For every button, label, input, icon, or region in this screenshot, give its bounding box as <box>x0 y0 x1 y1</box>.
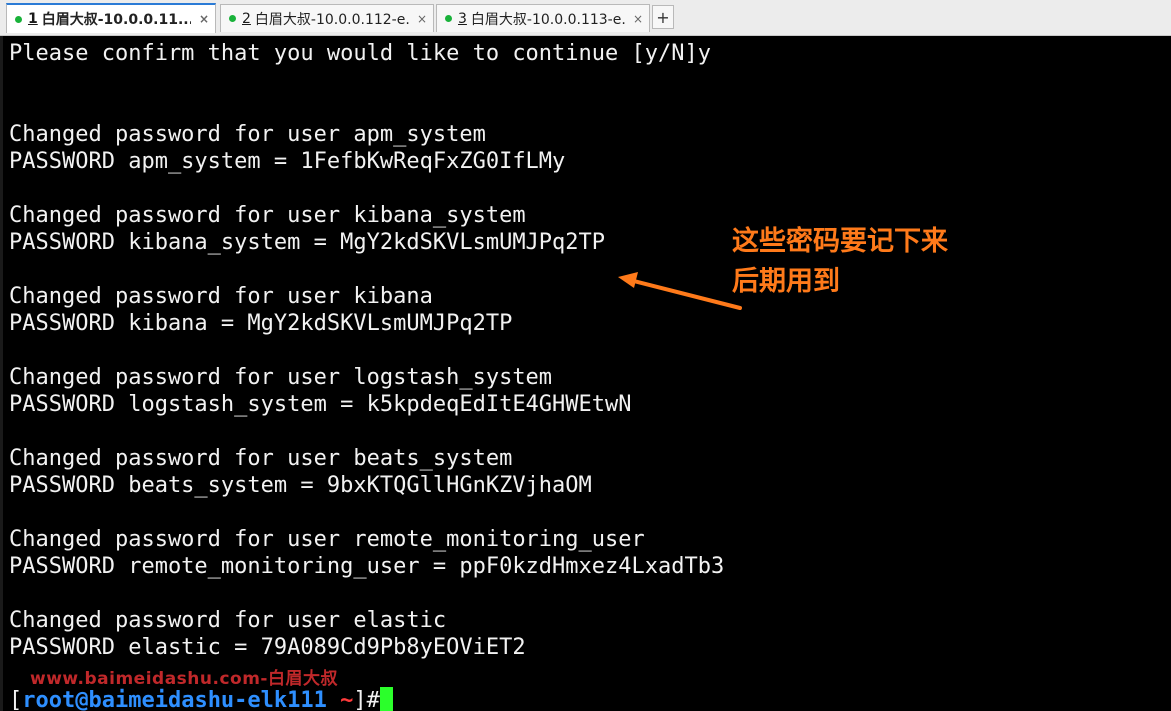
window-left-edge <box>0 36 3 711</box>
terminal-line: PASSWORD kibana = MgY2kdSKVLsmUMJPq2TP <box>9 311 513 336</box>
terminal-line: Changed password for user beats_system <box>9 446 513 471</box>
prompt-close: ]# <box>353 688 380 711</box>
close-tab-icon[interactable]: × <box>417 12 427 26</box>
prompt-open-bracket: [ <box>9 688 23 711</box>
connected-status-icon <box>229 15 236 22</box>
terminal-output[interactable]: Please confirm that you would like to co… <box>0 36 1171 711</box>
terminal-line: Changed password for user kibana_system <box>9 203 526 228</box>
terminal-line: PASSWORD kibana_system = MgY2kdSKVLsmUMJ… <box>9 230 606 255</box>
terminal-line: Changed password for user logstash_syste… <box>9 365 553 390</box>
connected-status-icon <box>15 15 22 23</box>
annotation-line-2: 后期用到 <box>732 266 840 297</box>
close-tab-icon[interactable]: × <box>633 12 643 26</box>
terminal-line: Changed password for user kibana <box>9 284 433 309</box>
terminal-line: PASSWORD remote_monitoring_user = ppF0kz… <box>9 554 725 579</box>
terminal-line: PASSWORD beats_system = 9bxKTQGllHGnKZVj… <box>9 473 592 498</box>
terminal-line: PASSWORD apm_system = 1FefbKwReqFxZG0IfL… <box>9 149 566 174</box>
tab-number: 2 <box>242 10 251 27</box>
shell-prompt[interactable]: [root@baimeidashu-elk111 ~]# <box>9 687 393 711</box>
watermark: www.baimeidashu.com-白眉大叔 <box>30 669 338 689</box>
tab-title: 白眉大叔-10.0.0.113-e... <box>470 11 625 28</box>
tab-session-2[interactable]: 2 白眉大叔-10.0.0.112-e... × <box>220 4 434 32</box>
tab-number: 3 <box>458 10 467 27</box>
tab-session-1[interactable]: 1 白眉大叔-10.0.0.11... × <box>6 3 216 33</box>
terminal-line: PASSWORD elastic = 79A089Cd9Pb8yEOViET2 <box>9 635 526 660</box>
connected-status-icon <box>445 15 452 22</box>
terminal-line: Changed password for user apm_system <box>9 122 486 147</box>
terminal-line: PASSWORD logstash_system = k5kpdeqEdItE4… <box>9 392 632 417</box>
annotation-note: 这些密码要记下来 后期用到 <box>732 222 948 302</box>
new-tab-button[interactable]: + <box>652 5 674 29</box>
annotation-arrow-icon <box>618 272 742 310</box>
tab-session-3[interactable]: 3 白眉大叔-10.0.0.113-e... × <box>436 4 650 32</box>
close-tab-icon[interactable]: × <box>199 12 209 26</box>
prompt-path: ~ <box>340 688 354 711</box>
prompt-host: baimeidashu-elk111 <box>88 688 327 711</box>
tab-bar: 1 白眉大叔-10.0.0.11... × 2 白眉大叔-10.0.0.112-… <box>0 0 1171 36</box>
prompt-at: @ <box>75 688 89 711</box>
prompt-user: root <box>22 688 76 711</box>
terminal-line: Changed password for user remote_monitor… <box>9 527 645 552</box>
text-cursor <box>379 687 393 711</box>
annotation-line-1: 这些密码要记下来 <box>732 226 948 257</box>
terminal-line: Please confirm that you would like to co… <box>9 41 711 66</box>
terminal-line: Changed password for user elastic <box>9 608 447 633</box>
tab-title: 白眉大叔-10.0.0.112-e... <box>254 11 409 28</box>
tab-number: 1 <box>28 11 38 27</box>
tab-title: 白眉大叔-10.0.0.11... <box>41 12 191 28</box>
